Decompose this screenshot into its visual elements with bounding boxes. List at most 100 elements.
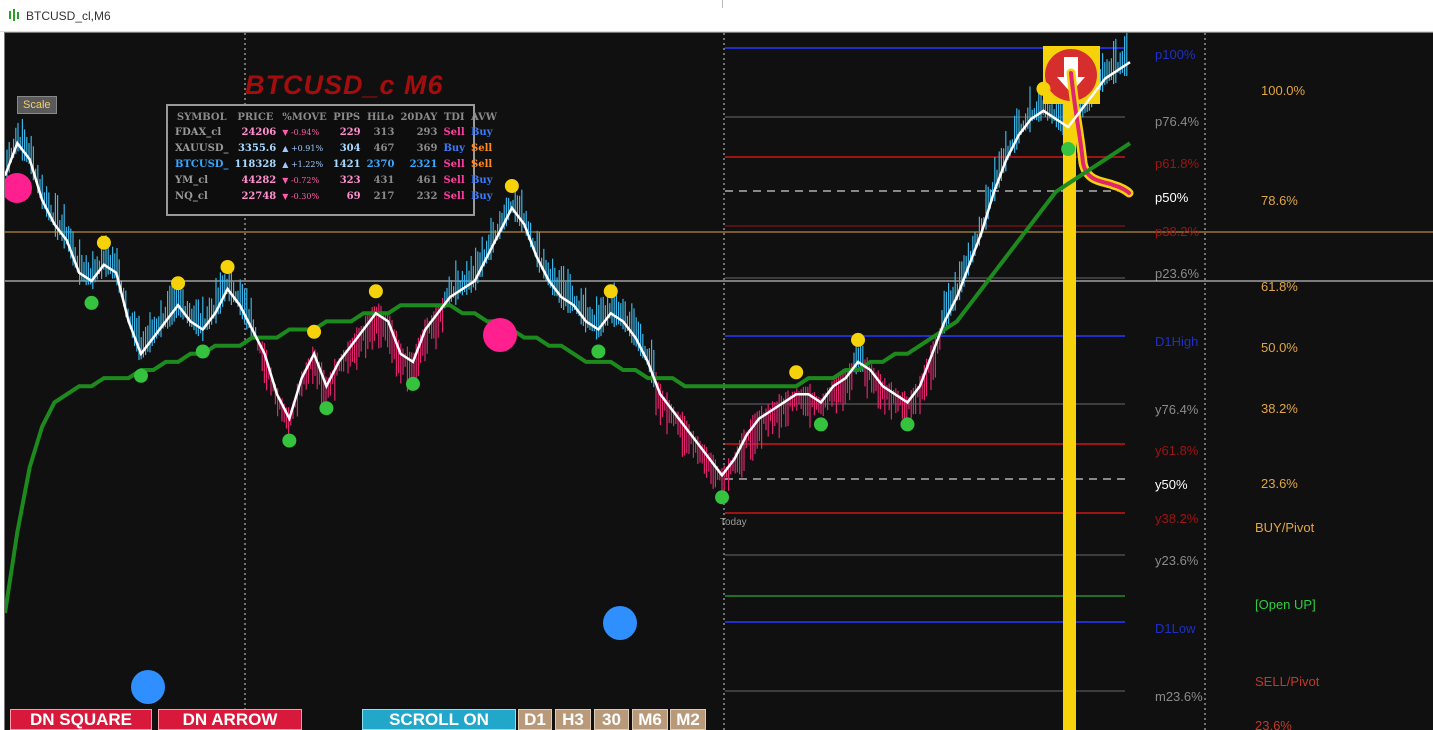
swing-high-marker [307, 324, 322, 339]
fib-label: 100.0% [1261, 83, 1306, 98]
dn-square-button[interactable]: DN SQUARE [10, 709, 152, 730]
row-move: ▼ -0.72% [282, 175, 320, 185]
row-pips: 323 [339, 174, 361, 186]
row-avw: Buy [470, 190, 493, 202]
swing-low-marker [282, 433, 297, 448]
header-cell: PIPS [333, 111, 361, 123]
header-cell: PRICE [237, 111, 274, 123]
header-cell: HiLo [367, 111, 394, 123]
timeframe-m2-button[interactable]: M2 [670, 709, 706, 730]
swing-high-marker [171, 276, 186, 291]
level-label: m23.6% [1155, 689, 1203, 704]
swing-low-marker [900, 417, 915, 432]
level-label: y61.8% [1155, 443, 1199, 458]
swing-low-marker [133, 368, 148, 383]
fib-label: 50.0% [1261, 340, 1298, 355]
level-label: D1Low [1155, 621, 1196, 636]
row-pips: 229 [339, 126, 361, 138]
fib-label: 78.6% [1261, 193, 1298, 208]
row-avw: Buy [470, 126, 493, 138]
row-symbol: XAUUSD_ [175, 142, 229, 154]
swing-high-marker [96, 235, 111, 250]
timeframe-m6-button[interactable]: M6 [632, 709, 668, 730]
swing-low-marker [591, 344, 606, 359]
header-cell: SYMBOL [176, 111, 227, 123]
chart-bars-icon [9, 9, 19, 21]
level-label: D1High [1155, 334, 1199, 349]
fib-label: BUY/Pivot [1255, 520, 1315, 535]
timeframe-h3-button[interactable]: H3 [555, 709, 591, 730]
row-pips: 69 [346, 190, 361, 202]
row-20day: 461 [416, 174, 438, 186]
swing-high-marker [603, 284, 618, 299]
scroll-toggle-button[interactable]: SCROLL ON [362, 709, 516, 730]
symbol-dashboard: SYMBOL PRICE %MOVE PIPS HiLo 20DAY TDI A… [166, 104, 497, 216]
row-20day: 369 [416, 142, 438, 154]
row-tdi: Buy [443, 142, 465, 154]
row-pips: 1421 [332, 158, 361, 170]
fib-label: 23.6% [1261, 476, 1298, 491]
swing-high-marker [368, 284, 383, 299]
row-tdi: Sell [443, 190, 465, 202]
swing-low-marker [319, 401, 334, 416]
level-label: p50% [1155, 190, 1189, 205]
level-label: p38.2% [1155, 224, 1200, 239]
row-avw: Sell [470, 158, 493, 170]
level-label: p61.8% [1155, 156, 1200, 171]
row-symbol: BTCUSD_ [175, 158, 229, 170]
header-cell: 20DAY [400, 111, 438, 123]
chart-symbol-title: BTCUSD_c M6 [245, 70, 444, 100]
signal-bar [1063, 95, 1076, 730]
timeframe-d1-button[interactable]: D1 [518, 709, 552, 730]
chart-window[interactable]: BTCUSD_c M6 Scale Today SYMBOL PRICE %MO… [4, 32, 1433, 730]
timeframe-m30-button[interactable]: 30 [594, 709, 629, 730]
row-symbol: YM_cl [175, 174, 209, 186]
titlebar-divider [722, 0, 723, 8]
row-symbol: NQ_cl [175, 190, 208, 202]
row-move: ▲ +1.22% [282, 159, 324, 169]
row-price: 24206 [241, 126, 277, 138]
row-hilo: 313 [373, 126, 395, 138]
row-hilo: 467 [373, 142, 395, 154]
row-tdi: Sell [443, 174, 465, 186]
swing-high-marker [851, 332, 866, 347]
dashboard-row: FDAX_cl 24206 ▼ -0.94% 229 313 293 Sell … [172, 124, 500, 140]
swing-high-marker [504, 179, 519, 193]
swing-low-marker [715, 490, 730, 505]
row-move: ▼ -0.94% [282, 127, 320, 137]
today-label: Today [720, 517, 747, 528]
scale-button[interactable]: Scale [17, 96, 57, 114]
dashboard-table: SYMBOL PRICE %MOVE PIPS HiLo 20DAY TDI A… [172, 110, 500, 204]
level-label: p76.4% [1155, 114, 1200, 129]
row-price: 3355.6 [237, 142, 277, 154]
row-tdi: Sell [443, 126, 465, 138]
row-20day: 232 [416, 190, 438, 202]
row-symbol: FDAX_cl [175, 126, 222, 138]
dashboard-row: XAUUSD_ 3355.6 ▲ +0.91% 304 467 369 Buy … [172, 140, 500, 156]
level-label: p100% [1155, 47, 1196, 62]
swing-high-marker [789, 365, 804, 380]
row-move: ▼ -0.30% [282, 191, 320, 201]
row-hilo: 431 [373, 174, 395, 186]
extreme-low-marker [603, 606, 637, 640]
extreme-low-marker [131, 670, 165, 704]
row-avw: Buy [470, 174, 493, 186]
fib-label: 61.8% [1261, 279, 1298, 294]
row-pips: 304 [339, 142, 361, 154]
dashboard-row: YM_cl 44282 ▼ -0.72% 323 431 461 Sell Bu… [172, 172, 500, 188]
header-cell: AVW [470, 111, 498, 123]
swing-high-marker [1036, 81, 1051, 96]
fib-label: 38.2% [1261, 401, 1298, 416]
window-titlebar: BTCUSD_cl,M6 [0, 0, 1433, 32]
row-hilo: 217 [373, 190, 395, 202]
swing-low-marker [1061, 142, 1076, 156]
dashboard-row: BTCUSD_ 118328 ▲ +1.22% 1421 2370 2321 S… [172, 156, 500, 172]
fib-label: [Open UP] [1255, 597, 1316, 612]
dn-arrow-button[interactable]: DN ARROW [158, 709, 302, 730]
level-label: y50% [1155, 477, 1188, 492]
row-price: 118328 [234, 158, 277, 170]
dashboard-header-row: SYMBOL PRICE %MOVE PIPS HiLo 20DAY TDI A… [172, 110, 500, 124]
row-20day: 2321 [409, 158, 438, 170]
level-label: p23.6% [1155, 266, 1200, 281]
window-title: BTCUSD_cl,M6 [26, 9, 111, 23]
